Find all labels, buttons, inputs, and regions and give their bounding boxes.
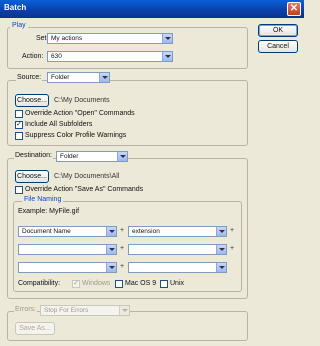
override-open-checkbox[interactable] [15, 110, 23, 118]
source-select[interactable]: Folder [47, 72, 110, 83]
suppress-color-label: Suppress Color Profile Warnings [25, 132, 127, 139]
checkmark-icon: ✓ [73, 280, 79, 287]
checkmark-icon: ✓ [16, 121, 22, 128]
plus-icon: + [120, 263, 125, 270]
title-bar[interactable] [0, 0, 304, 18]
chevron-down-icon [117, 152, 127, 161]
close-icon: ✕ [289, 3, 299, 14]
destination-path: C:\My Documents\All [54, 173, 120, 180]
include-subfolders-checkbox[interactable]: ✓ [15, 121, 23, 129]
source-label: Source: [16, 74, 43, 81]
chevron-down-icon [216, 227, 226, 236]
chevron-down-icon [216, 263, 226, 272]
compat-windows-label: Windows [82, 280, 111, 287]
chevron-down-icon [216, 245, 226, 254]
errors-label: Errors: [14, 306, 37, 313]
file-naming-example: Example: MyFile.gif [18, 208, 80, 215]
naming-field-value: extension [132, 228, 160, 235]
destination-label: Destination: [14, 152, 53, 159]
chevron-down-icon [106, 227, 116, 236]
override-save-as-label: Override Action "Save As" Commands [25, 186, 144, 193]
compat-unix-label: Unix [170, 280, 185, 287]
naming-field-2-1[interactable] [18, 244, 117, 255]
compat-windows-checkbox[interactable]: ✓ [72, 280, 80, 288]
destination-choose-button[interactable]: Choose... [15, 170, 49, 183]
close-button[interactable]: ✕ [287, 2, 301, 16]
ok-button[interactable]: OK [258, 24, 298, 37]
chevron-down-icon [162, 52, 172, 61]
naming-field-1-1[interactable]: Document Name [18, 226, 117, 237]
errors-select[interactable]: Stop For Errors [40, 305, 130, 316]
window-title: Batch [4, 3, 27, 12]
compat-unix-checkbox[interactable] [160, 280, 168, 288]
chevron-down-icon [106, 245, 116, 254]
errors-select-value: Stop For Errors [44, 307, 89, 314]
plus-icon: + [120, 227, 125, 234]
play-group-label: Play [10, 22, 28, 29]
set-select[interactable]: My actions [47, 33, 173, 44]
file-naming-label: File Naming [22, 196, 64, 203]
compat-macos-checkbox[interactable] [115, 280, 123, 288]
naming-field-2-2[interactable] [128, 244, 227, 255]
plus-icon: + [230, 245, 235, 252]
plus-icon: + [230, 227, 235, 234]
cancel-button[interactable]: Cancel [258, 40, 298, 53]
set-select-value: My actions [51, 35, 83, 42]
naming-field-value: Document Name [22, 228, 71, 235]
chevron-down-icon [106, 263, 116, 272]
chevron-down-icon [162, 34, 172, 43]
plus-icon: + [120, 245, 125, 252]
naming-field-1-2[interactable]: extension [128, 226, 227, 237]
naming-field-3-1[interactable] [18, 262, 117, 273]
chevron-down-icon [99, 73, 109, 82]
action-label: Action: [22, 53, 44, 60]
compat-macos-label: Mac OS 9 [125, 280, 157, 287]
chevron-down-icon [119, 306, 129, 315]
include-subfolders-label: Include All Subfolders [25, 121, 93, 128]
suppress-color-checkbox[interactable] [15, 132, 23, 140]
destination-select-value: Folder [60, 153, 79, 160]
override-open-label: Override Action "Open" Commands [25, 110, 135, 117]
action-select[interactable]: 630 [47, 51, 173, 62]
source-choose-button[interactable]: Choose... [15, 94, 49, 107]
naming-field-3-2[interactable] [128, 262, 227, 273]
errors-save-as-button[interactable]: Save As... [15, 322, 55, 335]
override-save-as-checkbox[interactable] [15, 186, 23, 194]
action-select-value: 630 [51, 53, 62, 60]
source-select-value: Folder [51, 74, 70, 81]
source-path: C:\My Documents [54, 97, 110, 104]
compatibility-label: Compatibility: [18, 280, 61, 287]
destination-select[interactable]: Folder [56, 151, 128, 162]
